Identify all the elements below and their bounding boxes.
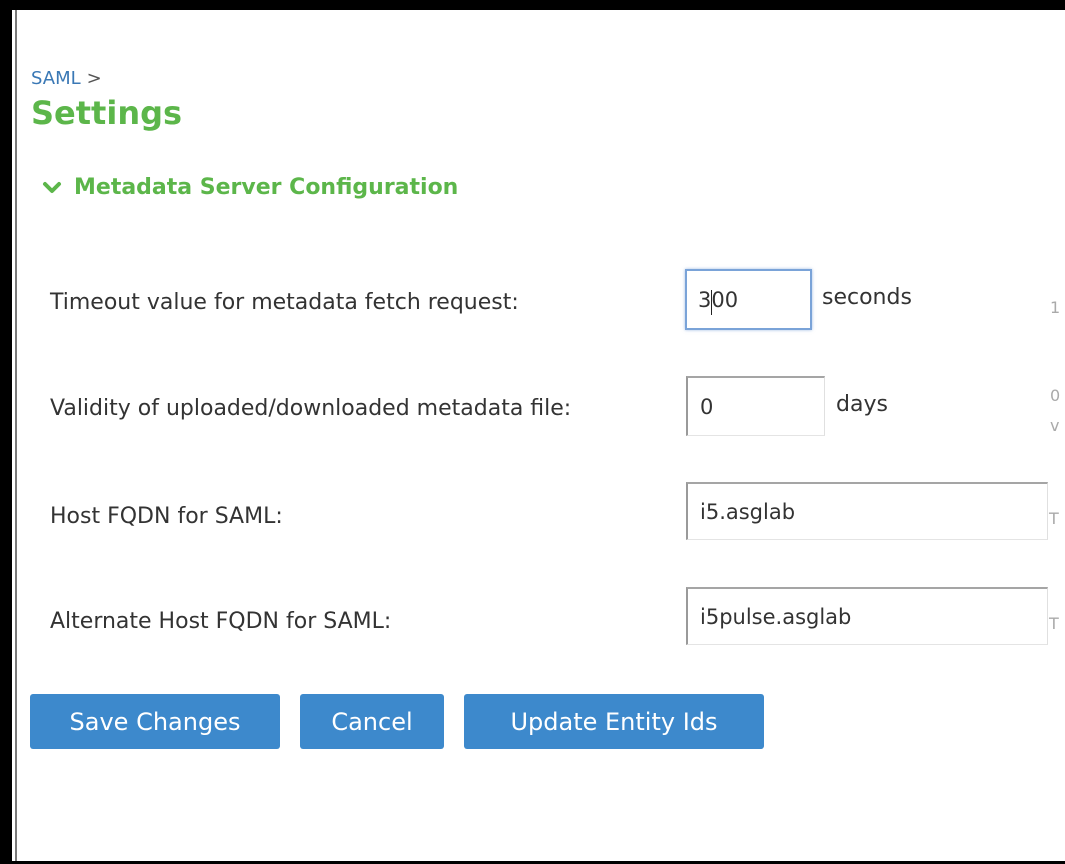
timeout-hint: 1	[1050, 298, 1061, 317]
text-caret	[711, 290, 712, 315]
alt-host-fqdn-label: Alternate Host FQDN for SAML:	[50, 609, 392, 634]
breadcrumb: SAML >	[31, 68, 102, 89]
host-fqdn-input[interactable]	[686, 482, 1048, 540]
timeout-label: Timeout value for metadata fetch request…	[50, 290, 519, 315]
host-fqdn-label: Host FQDN for SAML:	[50, 504, 283, 529]
update-entity-ids-button[interactable]: Update Entity Ids	[464, 694, 764, 749]
alt-host-fqdn-hint: T	[1049, 614, 1059, 633]
section-toggle-metadata-server[interactable]: Metadata Server Configuration	[42, 175, 458, 200]
timeout-unit: seconds	[822, 285, 912, 310]
alt-host-fqdn-input[interactable]	[686, 587, 1048, 645]
validity-hint-line2: v	[1050, 416, 1060, 435]
host-fqdn-hint: T	[1049, 509, 1059, 528]
validity-input[interactable]	[686, 376, 825, 436]
validity-unit: days	[836, 392, 888, 417]
validity-label: Validity of uploaded/downloaded metadata…	[50, 396, 572, 421]
cancel-button[interactable]: Cancel	[300, 694, 444, 749]
save-changes-button[interactable]: Save Changes	[30, 694, 280, 749]
section-title: Metadata Server Configuration	[74, 175, 459, 200]
breadcrumb-link-saml[interactable]: SAML	[31, 68, 81, 89]
timeout-input[interactable]	[685, 269, 812, 330]
validity-hint-line1: 0	[1050, 386, 1061, 405]
breadcrumb-separator: >	[86, 68, 102, 89]
page-title: Settings	[31, 94, 183, 132]
chevron-down-icon	[43, 181, 61, 193]
